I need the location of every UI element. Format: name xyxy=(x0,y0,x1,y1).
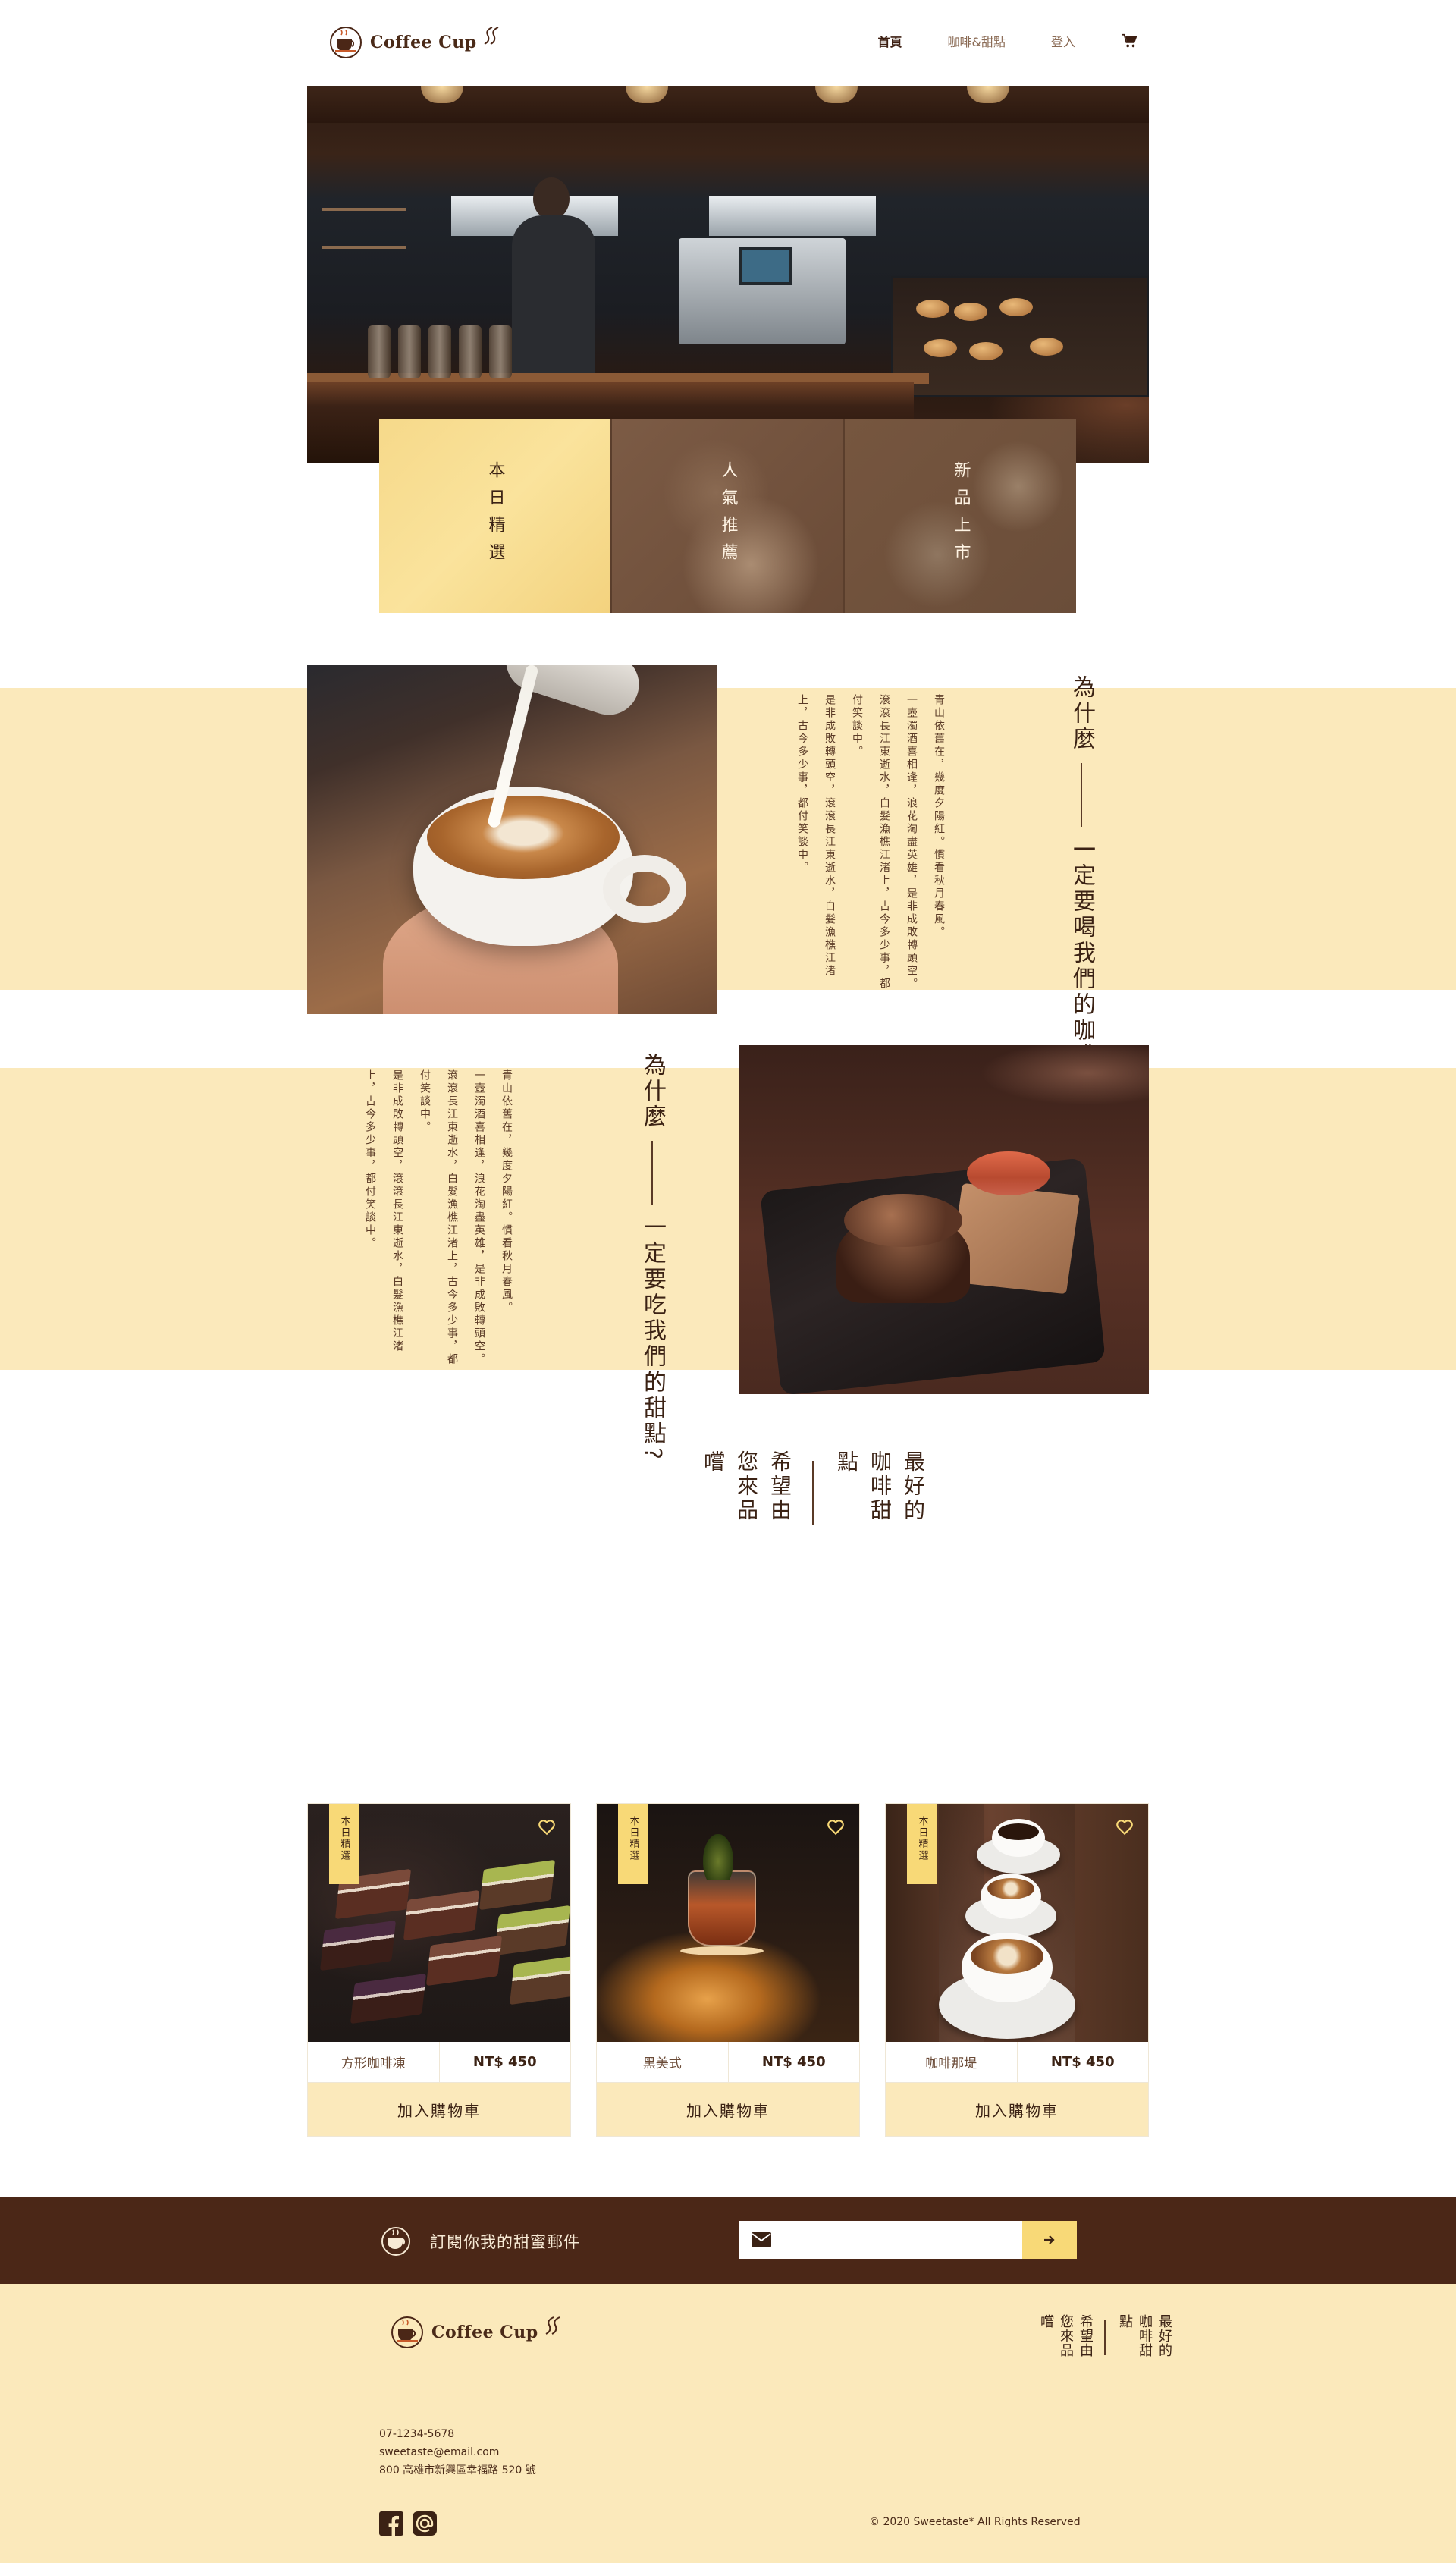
site-footer: Coffee Cup 07-1234-5678 sweetaste@email.… xyxy=(0,2284,1456,2563)
dessert-photo xyxy=(739,1045,1149,1394)
product-badge: 本日精選 xyxy=(618,1804,648,1884)
logo[interactable]: Coffee Cup xyxy=(329,26,501,59)
cart-icon[interactable] xyxy=(1121,33,1138,49)
footer-contact: 07-1234-5678 sweetaste@email.com 800 高雄市… xyxy=(379,2425,536,2480)
barista xyxy=(512,177,603,375)
product-price: NT$ 450 xyxy=(761,2054,826,2070)
tile-new-arrivals[interactable]: 新品上市 xyxy=(843,419,1076,613)
pos-screen xyxy=(739,247,792,285)
add-to-cart-button[interactable]: 加入購物車 xyxy=(597,2083,859,2136)
coffee-jar xyxy=(428,325,451,378)
coffee-jar xyxy=(459,325,482,378)
product-image[interactable]: 本日精選 xyxy=(308,1804,570,2042)
logo-text: Coffee Cup xyxy=(431,2323,538,2342)
subscribe-text: 訂閱你我的甜蜜郵件 xyxy=(430,2233,580,2251)
wall-shelf xyxy=(322,208,406,211)
logo-text: Coffee Cup xyxy=(370,33,477,52)
product-name: 方形咖啡凍 xyxy=(308,2042,440,2082)
product-name: 咖啡那堤 xyxy=(886,2042,1018,2082)
title-divider xyxy=(651,1141,653,1205)
main-nav: 首頁 咖啡&甜點 登入 xyxy=(832,32,1138,50)
pastry-display-case xyxy=(891,276,1149,397)
footer-slogan-text: 最好的咖啡甜點 希望由您來品嚐 xyxy=(1038,2314,1172,2357)
coffee-jar xyxy=(489,325,512,378)
product-price: NT$ 450 xyxy=(472,2054,537,2070)
arrow-right-icon xyxy=(1044,2235,1055,2244)
mail-icon xyxy=(752,2232,771,2247)
product-image[interactable]: 本日精選 xyxy=(597,1804,859,2042)
coffee-cup-logo-icon xyxy=(391,2316,423,2348)
category-tiles: 本日精選 人氣推薦 新品上市 xyxy=(379,419,1076,613)
tile-daily-pick[interactable]: 本日精選 xyxy=(379,419,610,613)
add-to-cart-button[interactable]: 加入購物車 xyxy=(886,2083,1148,2136)
heart-icon[interactable] xyxy=(537,1817,557,1837)
tile-label: 新品上市 xyxy=(951,461,971,570)
social-links xyxy=(379,2511,446,2536)
wall-shelf xyxy=(322,246,406,249)
coffee-cup-icon xyxy=(381,2227,410,2256)
coffee-jar xyxy=(368,325,391,378)
dessert-feature-title: 為什麼一定要吃我們的甜點? xyxy=(639,1053,666,1462)
dessert-feature-band xyxy=(0,1068,1456,1370)
footer-phone: 07-1234-5678 xyxy=(379,2428,455,2440)
add-to-cart-button[interactable]: 加入購物車 xyxy=(308,2083,570,2136)
product-card: 本日精選 方形咖啡凍 NT$ 450 加入購物車 xyxy=(307,1803,571,2137)
closing-title: 最好的咖啡甜點 希望由您來品嚐 xyxy=(701,1450,926,1525)
coffee-feature-title: 為什麼一定要喝我們的咖啡? xyxy=(1068,675,1095,1085)
title-divider xyxy=(1081,763,1082,827)
latte-art-photo xyxy=(307,665,717,1014)
subscribe-form xyxy=(739,2221,1077,2259)
coffee-jar xyxy=(398,325,421,378)
nav-menu-link[interactable]: 咖啡&甜點 xyxy=(948,32,1006,50)
coffee-feature-band xyxy=(0,688,1456,990)
steam-icon xyxy=(484,27,499,45)
at-sign-icon[interactable] xyxy=(413,2511,437,2536)
dessert-feature-body: 青山依舊在，幾度夕陽紅。慣看秋月春風。 一壺濁酒喜相逢，浪花淘盡英雄，是非成敗轉… xyxy=(364,1069,513,1366)
cafe-window xyxy=(709,196,876,236)
subscribe-bar: 訂閱你我的甜蜜郵件 xyxy=(0,2197,1456,2284)
heart-icon[interactable] xyxy=(826,1817,846,1837)
product-card: 本日精選 黑美式 NT$ 450 加入購物車 xyxy=(596,1803,860,2137)
title-divider xyxy=(812,1461,814,1525)
coffee-feature-body: 青山依舊在，幾度夕陽紅。慣看秋月春風。 一壺濁酒喜相逢，浪花淘盡英雄，是非成敗轉… xyxy=(796,694,945,991)
product-name: 黑美式 xyxy=(597,2042,729,2082)
nav-home-link[interactable]: 首頁 xyxy=(877,32,902,50)
tile-label: 本日精選 xyxy=(485,461,505,570)
subscribe-submit-button[interactable] xyxy=(1022,2221,1077,2259)
email-input[interactable] xyxy=(780,2232,1022,2247)
footer-email: sweetaste@email.com xyxy=(379,2446,500,2458)
site-header: Coffee Cup 首頁 咖啡&甜點 登入 xyxy=(0,0,1456,86)
footer-logo[interactable]: Coffee Cup xyxy=(391,2316,563,2349)
coffee-cup-logo-icon xyxy=(330,27,362,58)
copyright: © 2020 Sweetaste* All Rights Reserved xyxy=(869,2516,1081,2528)
tile-popular[interactable]: 人氣推薦 xyxy=(610,419,843,613)
product-badge: 本日精選 xyxy=(329,1804,359,1884)
heart-icon[interactable] xyxy=(1115,1817,1134,1837)
product-badge: 本日精選 xyxy=(907,1804,937,1884)
title-divider xyxy=(1104,2320,1106,2355)
hero-image xyxy=(307,86,1149,463)
product-price: NT$ 450 xyxy=(1050,2054,1115,2070)
nav-login-link[interactable]: 登入 xyxy=(1051,32,1075,50)
facebook-icon[interactable] xyxy=(379,2511,403,2536)
steam-icon xyxy=(545,2316,560,2335)
product-grid: 本日精選 方形咖啡凍 NT$ 450 加入購物車 本日精選 黑美式 NT$ 45… xyxy=(307,1803,1149,2137)
footer-address: 800 高雄市新興區幸福路 520 號 xyxy=(379,2464,536,2477)
tile-label: 人氣推薦 xyxy=(718,461,738,570)
product-card: 本日精選 咖啡那堤 NT$ 450 加入購物車 xyxy=(885,1803,1149,2137)
product-image[interactable]: 本日精選 xyxy=(886,1804,1148,2042)
